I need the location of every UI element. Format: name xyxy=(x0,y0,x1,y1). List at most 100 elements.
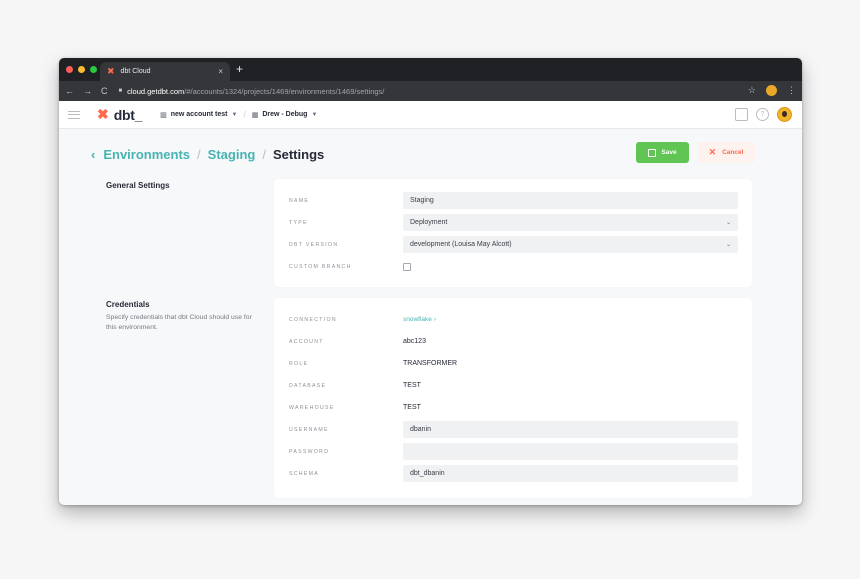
database-row: DATABASE TEST xyxy=(274,377,752,394)
browser-window: ✖ dbt Cloud × + ← → C ■ cloud.getdbt.com… xyxy=(59,58,802,505)
breadcrumb-staging[interactable]: Staging xyxy=(208,147,256,162)
dbt-version-row: DBT VERSION development (Louisa May Alco… xyxy=(274,236,752,253)
account-selector[interactable]: ▥ new account test ▼ xyxy=(160,111,237,119)
name-input[interactable]: Staging xyxy=(403,192,738,209)
general-settings-card: NAME Staging TYPE Deployment ⌄ DBT VERSI… xyxy=(274,179,752,287)
browser-toolbar-right: ☆ ⋮ xyxy=(748,85,796,96)
browser-menu-icon[interactable]: ⋮ xyxy=(787,85,796,96)
role-row: ROLE TRANSFORMER xyxy=(274,355,752,372)
role-label: ROLE xyxy=(289,360,309,367)
page-actions: Save ✕ Cancel xyxy=(636,142,755,163)
chevron-down-icon: ⌄ xyxy=(725,220,731,226)
general-settings-heading: General Settings xyxy=(106,181,256,194)
breadcrumb-environments[interactable]: Environments xyxy=(103,147,190,162)
connection-label: CONNECTION xyxy=(289,316,337,323)
account-label: ACCOUNT xyxy=(289,338,324,345)
tab-title: dbt Cloud xyxy=(120,68,151,75)
project-label: Drew - Debug xyxy=(262,111,308,118)
section-title: Credentials xyxy=(106,300,150,309)
dbt-favicon-icon: ✖ xyxy=(107,66,115,76)
page-title: Settings xyxy=(272,146,325,162)
schema-row: SCHEMA dbt_dbanin xyxy=(274,465,752,482)
account-row: ACCOUNT abc123 xyxy=(274,333,752,350)
connection-link[interactable]: snowflake › xyxy=(403,316,436,323)
help-icon[interactable]: ? xyxy=(756,108,769,121)
dbt-logo-text: dbt_ xyxy=(113,106,143,123)
browser-profile-avatar[interactable] xyxy=(766,85,777,96)
type-select[interactable]: Deployment ⌄ xyxy=(403,214,738,231)
schema-value: dbt_dbanin xyxy=(410,470,445,477)
dbt-version-value: development (Louisa May Alcott) xyxy=(410,241,512,248)
custom-branch-checkbox[interactable] xyxy=(403,262,411,271)
warehouse-label: WAREHOUSE xyxy=(289,404,335,411)
name-value: Staging xyxy=(410,197,434,204)
schema-label: SCHEMA xyxy=(289,470,319,477)
credentials-heading: Credentials Specify credentials that dbt… xyxy=(106,300,256,333)
back-chevron-icon[interactable]: ‹ xyxy=(91,147,95,162)
new-tab-button[interactable]: + xyxy=(236,62,243,76)
hamburger-menu-icon[interactable] xyxy=(68,110,80,119)
project-selector[interactable]: ▦ Drew - Debug ▼ xyxy=(252,111,318,119)
grid-icon: ▦ xyxy=(251,111,259,119)
chevron-down-icon: ⌄ xyxy=(725,242,731,248)
user-avatar[interactable] xyxy=(777,107,792,122)
reload-icon[interactable]: C xyxy=(101,86,108,96)
username-label: USERNAME xyxy=(289,426,329,433)
building-icon: ▥ xyxy=(160,111,167,119)
password-input[interactable] xyxy=(403,443,738,460)
breadcrumb-separator: / xyxy=(262,146,266,162)
type-row: TYPE Deployment ⌄ xyxy=(274,214,752,231)
name-label: NAME xyxy=(289,197,310,204)
schema-input[interactable]: dbt_dbanin xyxy=(403,465,738,482)
cancel-button[interactable]: ✕ Cancel xyxy=(697,142,755,163)
browser-tab[interactable]: ✖ dbt Cloud × xyxy=(100,62,230,81)
username-value: dbanin xyxy=(410,426,432,433)
type-label: TYPE xyxy=(289,219,308,226)
account-label: new account test xyxy=(170,111,228,118)
url-path: /#/accounts/1324/projects/1469/environme… xyxy=(184,86,385,96)
section-title: General Settings xyxy=(106,181,170,190)
minimize-window-button[interactable] xyxy=(78,66,85,73)
maximize-window-button[interactable] xyxy=(90,66,97,73)
bookmark-star-icon[interactable]: ☆ xyxy=(748,85,756,96)
save-label: Save xyxy=(661,149,677,156)
name-row: NAME Staging xyxy=(274,192,752,209)
url-host: cloud.getdbt.com xyxy=(127,86,185,96)
connection-row: CONNECTION snowflake › xyxy=(274,311,752,328)
lock-icon: ■ xyxy=(118,88,123,94)
page-title-bar: ‹ Environments / Staging / Settings Save… xyxy=(91,142,770,166)
close-icon: ✕ xyxy=(708,147,717,157)
username-row: USERNAME dbanin xyxy=(274,421,752,438)
section-description: Specify credentials that dbt Cloud shoul… xyxy=(106,314,252,332)
app-header: ✖ dbt_ ▥ new account test ▼ / ▦ Drew - D… xyxy=(59,101,802,129)
credentials-card: CONNECTION snowflake › ACCOUNT abc123 RO… xyxy=(274,298,752,498)
close-window-button[interactable] xyxy=(66,66,73,73)
dbt-logo[interactable]: ✖ dbt_ xyxy=(97,106,142,123)
chevron-down-icon: ▼ xyxy=(231,111,238,118)
warehouse-row: WAREHOUSE TEST xyxy=(274,399,752,416)
dbt-version-select[interactable]: development (Louisa May Alcott) ⌄ xyxy=(403,236,738,253)
username-input[interactable]: dbanin xyxy=(403,421,738,438)
chevron-down-icon: ▼ xyxy=(311,111,318,118)
password-label: PASSWORD xyxy=(289,448,330,455)
address-bar: ← → C ■ cloud.getdbt.com /#/accounts/132… xyxy=(59,81,802,101)
forward-arrow-icon[interactable]: → xyxy=(83,86,92,96)
dbt-version-label: DBT VERSION xyxy=(289,241,339,248)
type-value: Deployment xyxy=(410,219,448,226)
role-value: TRANSFORMER xyxy=(403,360,458,367)
database-value: TEST xyxy=(403,382,421,389)
url-field[interactable]: ■ cloud.getdbt.com /#/accounts/1324/proj… xyxy=(119,87,385,96)
save-button[interactable]: Save xyxy=(636,142,689,163)
password-row: PASSWORD xyxy=(274,443,752,460)
back-arrow-icon[interactable]: ← xyxy=(65,86,74,96)
tab-bar: ✖ dbt Cloud × + xyxy=(59,58,802,81)
header-right-tools: ? xyxy=(735,107,792,122)
breadcrumb-separator: / xyxy=(197,146,201,162)
header-separator: / xyxy=(243,110,246,119)
tab-close-icon[interactable]: × xyxy=(218,67,223,76)
chat-icon[interactable] xyxy=(735,108,748,121)
account-value: abc123 xyxy=(403,338,426,345)
dbt-logo-icon: ✖ xyxy=(97,106,109,122)
window-controls xyxy=(66,66,97,73)
database-label: DATABASE xyxy=(289,382,327,389)
